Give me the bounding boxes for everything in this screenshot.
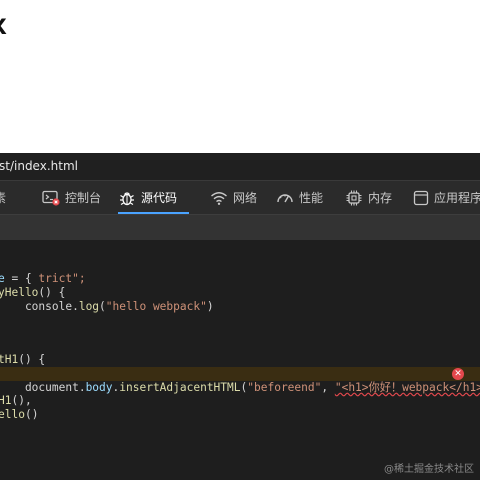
code-token: ello bbox=[0, 408, 25, 421]
code-token: () bbox=[24, 408, 39, 421]
devtools-tabbar: 素 控制台 源代码 网络 性能 内存 应用程序 bbox=[0, 180, 480, 214]
tab-network-label: 网络 bbox=[233, 191, 258, 205]
tab-console[interactable]: 控制台 bbox=[42, 181, 101, 214]
code-line: tH1() { bbox=[0, 353, 45, 367]
tab-performance[interactable]: 性能 bbox=[276, 181, 323, 214]
error-icon[interactable]: ✕ bbox=[452, 368, 464, 380]
tab-memory[interactable]: 内存 bbox=[345, 181, 392, 214]
code-line: ello() bbox=[0, 408, 38, 422]
code-token: H1 bbox=[0, 394, 12, 407]
console-icon bbox=[42, 190, 60, 206]
code-token: , bbox=[321, 381, 335, 394]
tab-network[interactable]: 网络 bbox=[210, 181, 257, 214]
code-token: log bbox=[78, 300, 100, 313]
code-token: console. bbox=[0, 300, 79, 313]
tab-application-label: 应用程序 bbox=[434, 191, 480, 205]
tab-elements-label: 素 bbox=[0, 191, 7, 205]
window-icon bbox=[413, 190, 429, 206]
code-line: yHello() { bbox=[0, 286, 65, 300]
code-token: yHello bbox=[0, 286, 39, 299]
code-line: console.log("hello webpack") bbox=[0, 300, 214, 314]
code-line: e = { bbox=[0, 272, 32, 286]
chip-icon bbox=[345, 189, 363, 207]
code-token: "hello webpack" bbox=[105, 300, 207, 313]
sources-toolbar bbox=[0, 214, 480, 240]
tab-elements[interactable]: 素 bbox=[0, 181, 6, 214]
code-token: body bbox=[85, 381, 113, 394]
code-token: (), bbox=[11, 394, 32, 407]
code-token: ( bbox=[99, 300, 106, 313]
code-token: () { bbox=[18, 353, 46, 366]
code-line-content: document.body.insertAdjacentHTML("before… bbox=[0, 381, 480, 395]
bug-icon bbox=[118, 189, 136, 207]
tab-console-label: 控制台 bbox=[65, 191, 102, 205]
wifi-icon bbox=[210, 190, 228, 206]
tab-sources-label: 源代码 bbox=[141, 191, 178, 205]
devtools-title: st/index.html bbox=[0, 159, 78, 173]
code-token: document. bbox=[0, 381, 86, 394]
page-viewport: x bbox=[0, 0, 480, 153]
devtools-titlebar: st/index.html bbox=[0, 153, 480, 180]
code-token: trict"; bbox=[38, 272, 86, 285]
code-token: = { bbox=[4, 272, 32, 285]
tab-performance-label: 性能 bbox=[299, 191, 324, 205]
code-line-error-highlight: document.body.insertAdjacentHTML("before… bbox=[0, 367, 480, 394]
code-line: trict"; bbox=[0, 258, 85, 285]
code-token: "<h1>你好！webpack</h1>" bbox=[334, 381, 480, 394]
code-token: tH1 bbox=[0, 353, 19, 366]
gauge-icon bbox=[276, 190, 294, 206]
code-line: H1(), bbox=[0, 394, 32, 408]
watermark: @稀土掘金技术社区 bbox=[384, 464, 474, 475]
code-editor[interactable]: trict"; e = { yHello() { console.log("he… bbox=[0, 240, 480, 480]
tab-memory-label: 内存 bbox=[368, 191, 393, 205]
code-token: ) bbox=[206, 300, 214, 313]
code-token: "beforeend" bbox=[247, 381, 322, 394]
devtools-panel: st/index.html 素 控制台 源代码 网络 性能 内存 应用程序 tr… bbox=[0, 153, 480, 480]
tab-sources[interactable]: 源代码 bbox=[118, 181, 190, 214]
tab-application[interactable]: 应用程序 bbox=[413, 181, 480, 214]
code-token: insertAdjacentHTML bbox=[119, 381, 241, 394]
page-heading: x bbox=[0, 8, 8, 42]
code-token: () { bbox=[38, 286, 66, 299]
